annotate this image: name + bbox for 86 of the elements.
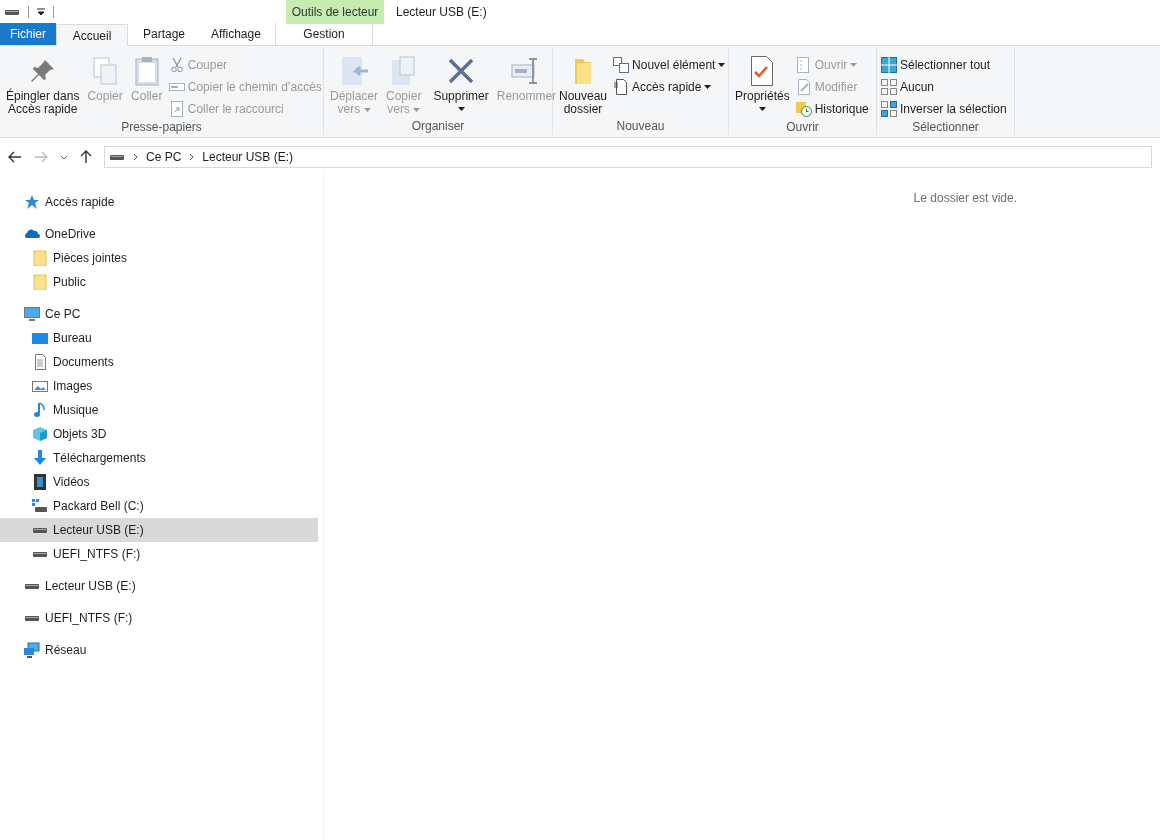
system-drive-icon [32, 498, 48, 514]
navigation-item[interactable]: Pièces jointes [0, 246, 318, 270]
address-field[interactable]: Ce PC Lecteur USB (E:) [104, 146, 1152, 168]
ribbon-button[interactable]: Historique [795, 100, 869, 118]
drive-icon [33, 527, 47, 533]
caret-icon [758, 107, 766, 111]
ribbon-tab[interactable]: Affichage [200, 23, 272, 45]
shortcut-icon [168, 101, 185, 117]
ribbon-button[interactable]: Accès rapide [613, 78, 726, 96]
context-tab-group-header: Outils de lecteur [286, 0, 384, 24]
page-icon [613, 79, 630, 95]
drive-icon [33, 551, 47, 557]
navigation-item[interactable]: Musique [0, 398, 318, 422]
navigation-item[interactable]: Objets 3D [0, 422, 318, 446]
breadcrumb-item[interactable]: Lecteur USB (E:) [202, 148, 294, 166]
ribbon-button[interactable]: Nouvel élément [613, 56, 726, 74]
chevron-down-icon[interactable] [60, 154, 68, 160]
caret-icon [704, 85, 712, 89]
ribbon-button[interactable]: Aucun [881, 78, 1007, 96]
navigation-item[interactable]: Packard Bell (C:) [0, 494, 318, 518]
music-note-icon [32, 402, 48, 418]
invert-selection-icon [881, 101, 897, 117]
cube-icon [32, 426, 48, 442]
document-icon [32, 354, 48, 370]
desktop-icon [32, 330, 48, 346]
ribbon-button[interactable]: Propriétés [733, 52, 792, 111]
ribbon-button[interactable]: Nouveau dossier [557, 52, 610, 116]
back-arrow-icon[interactable] [8, 151, 22, 163]
ribbon-tab[interactable]: Fichier [0, 23, 56, 45]
navigation-item[interactable]: UEFI_NTFS (F:) [0, 606, 318, 630]
ribbon-group-label: Presse-papiers [120, 119, 203, 136]
ribbon-tab[interactable]: Accueil [56, 24, 128, 46]
drive-icon [5, 9, 19, 15]
drive-icon [25, 615, 39, 621]
open-icon [795, 57, 812, 73]
star-icon [24, 194, 40, 210]
select-none-icon [881, 79, 897, 95]
history-icon [795, 101, 812, 117]
download-icon [32, 450, 48, 466]
navigation-item[interactable]: Images [0, 374, 318, 398]
ribbon-tab[interactable]: Partage [128, 23, 200, 45]
navigation-item[interactable]: Vidéos [0, 470, 318, 494]
navigation-item[interactable]: Bureau [0, 326, 318, 350]
navigation-item[interactable]: Documents [0, 350, 318, 374]
navigation-item[interactable]: OneDrive [0, 222, 318, 246]
chevron-right-icon [189, 153, 195, 161]
caret-icon [850, 63, 858, 67]
caret-icon [718, 63, 726, 67]
folder-icon [32, 250, 48, 266]
navigation-item[interactable]: Lecteur USB (E:) [0, 518, 318, 542]
navigation-item[interactable]: Ce PC [0, 302, 318, 326]
monitor-icon [24, 306, 40, 322]
picture-icon [32, 378, 48, 394]
caret-icon [457, 107, 465, 111]
ribbon-group-label: Nouveau [615, 118, 666, 135]
select-all-icon [881, 57, 897, 73]
chevron-right-icon [133, 153, 138, 161]
drive-icon [25, 583, 39, 589]
caret-icon [363, 107, 371, 112]
window-title: Lecteur USB (E:) [395, 4, 487, 21]
ribbon-button[interactable]: Sélectionner tout [881, 56, 1007, 74]
ribbon-button[interactable]: Épingler dans Accès rapide [4, 52, 82, 116]
new-item-icon [613, 57, 630, 73]
navigation-item[interactable]: Accès rapide [0, 190, 318, 214]
navigation-item[interactable]: Téléchargements [0, 446, 318, 470]
navigation-item[interactable]: Lecteur USB (E:) [0, 574, 318, 598]
ribbon-button[interactable]: Supprimer [431, 52, 491, 111]
folder-icon [32, 274, 48, 290]
ribbon-tab[interactable]: Gestion [275, 23, 373, 45]
ribbon-group-label: Ouvrir [785, 119, 820, 136]
caret-icon [413, 107, 421, 112]
network-icon [24, 642, 40, 658]
navigation-item[interactable]: UEFI_NTFS (F:) [0, 542, 318, 566]
ribbon-group-label: Sélectionner [911, 119, 980, 136]
navigation-item[interactable]: Public [0, 270, 318, 294]
customize-toolbar-icon[interactable] [37, 8, 45, 16]
edit-icon [795, 79, 812, 95]
navigation-item[interactable]: Réseau [0, 638, 318, 662]
drive-icon [110, 154, 124, 160]
empty-folder-message: Le dossier est vide. [913, 190, 1017, 205]
scissors-icon [168, 57, 185, 73]
ribbon-group-label: Organiser [410, 118, 466, 135]
up-arrow-icon[interactable] [80, 150, 92, 164]
ribbon-button[interactable]: Inverser la sélection [881, 100, 1007, 118]
film-icon [32, 474, 48, 490]
breadcrumb-item[interactable]: Ce PC [146, 148, 182, 166]
